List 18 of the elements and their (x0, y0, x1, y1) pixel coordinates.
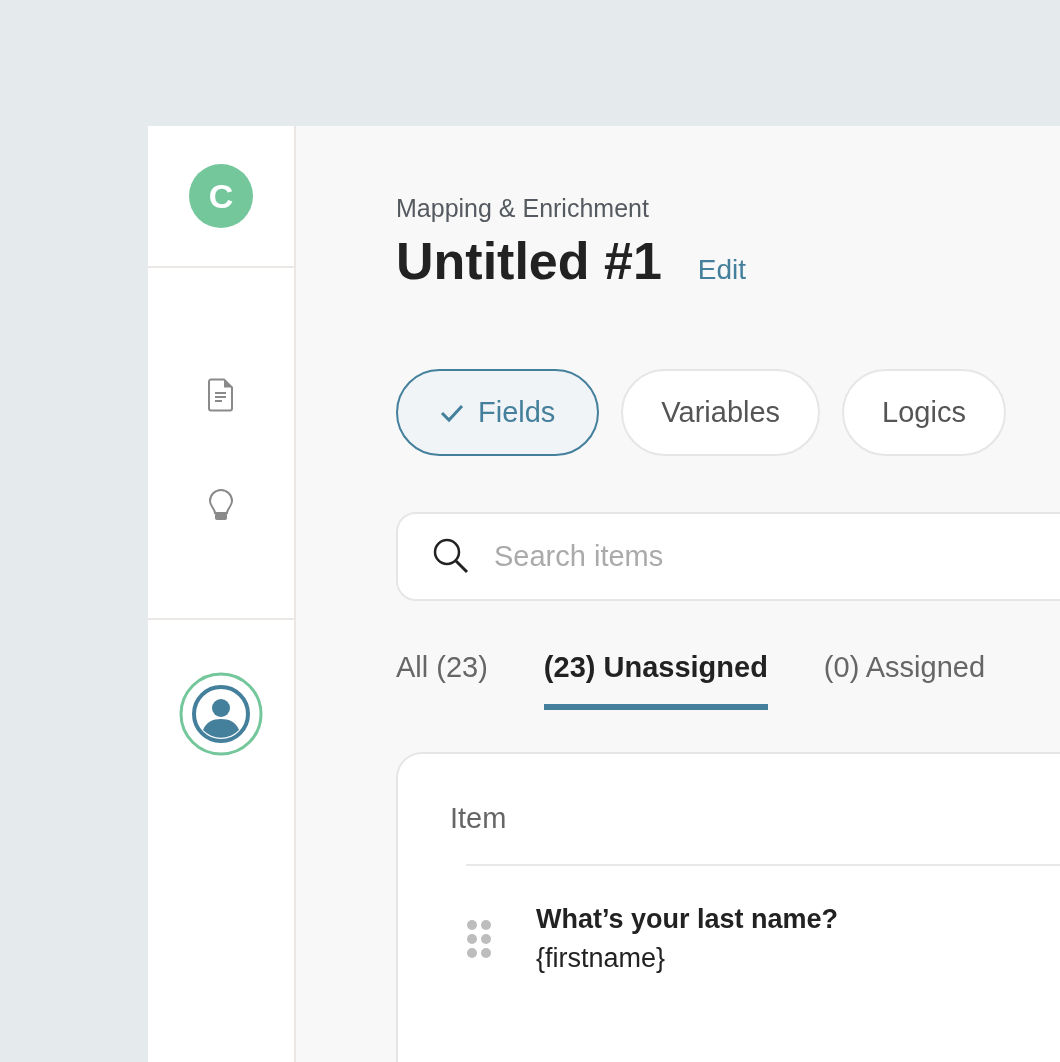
tab[interactable]: (0) Assigned (823, 651, 986, 710)
page-subtitle: Mapping & Enrichment (396, 194, 650, 223)
user-avatar-icon[interactable] (179, 672, 263, 756)
tab[interactable]: All (23) (396, 651, 488, 710)
item-question: What’s your last name? (536, 904, 839, 935)
tab[interactable]: (23) Unassigned (543, 651, 768, 710)
page-title: Untitled #1 (396, 231, 662, 291)
edit-link[interactable]: Edit (697, 254, 747, 286)
drag-handle-icon[interactable] (466, 919, 492, 959)
search-field[interactable]: Search items (396, 512, 1060, 601)
filter-chip[interactable]: Logics (842, 369, 1006, 456)
filter-chip[interactable]: Variables (621, 369, 821, 456)
item-variable: {firstname} (536, 943, 667, 974)
filter-chip[interactable]: Fields (396, 369, 600, 456)
column-header: Item (450, 802, 507, 835)
lightbulb-icon[interactable] (208, 488, 234, 523)
check-icon (440, 402, 464, 423)
document-icon[interactable] (208, 377, 234, 412)
